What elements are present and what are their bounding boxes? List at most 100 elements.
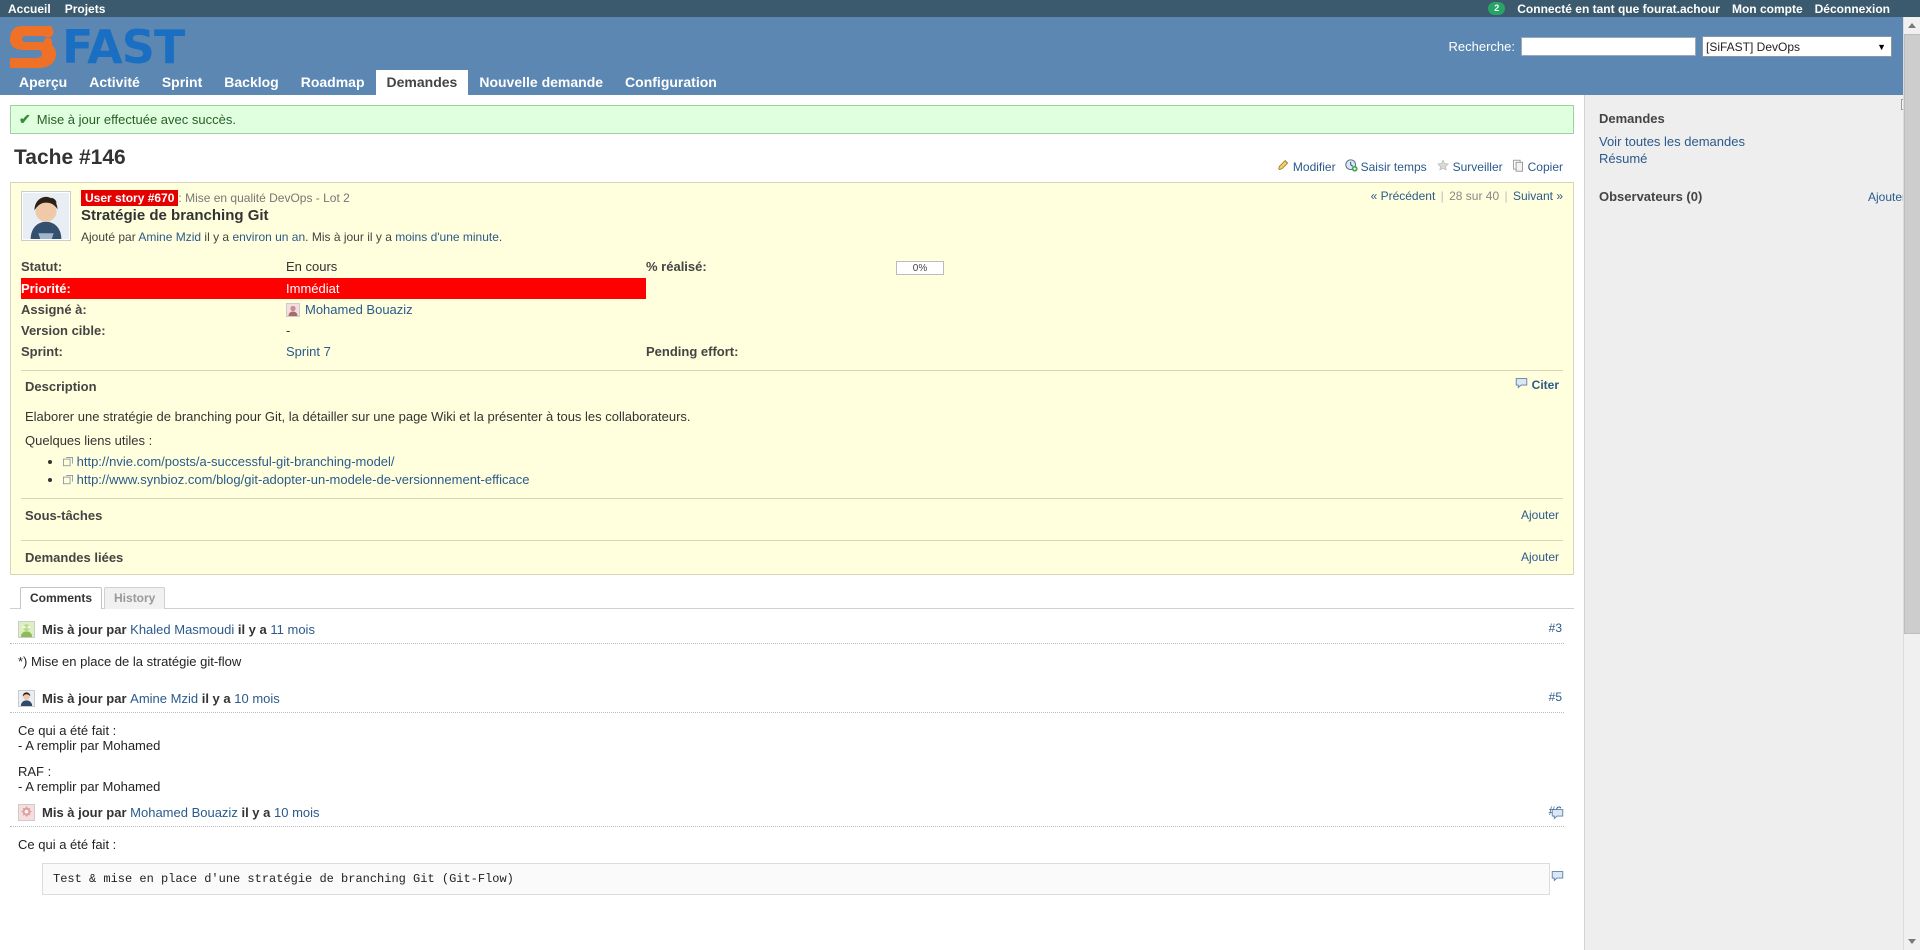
parent-issue-subject: Mise en qualité DevOps - Lot 2 xyxy=(185,191,350,205)
journal-user[interactable]: Amine Mzid xyxy=(130,691,198,706)
issue-counter: 28 sur 40 xyxy=(1449,189,1500,203)
tab-history[interactable]: History xyxy=(104,587,166,610)
notification-badge[interactable]: 2 xyxy=(1488,2,1506,15)
description-paragraph-1: Elaborer une stratégie de branching pour… xyxy=(25,409,691,424)
comment-icon xyxy=(1515,377,1528,392)
clock-add-icon xyxy=(1344,159,1358,175)
journal-anchor[interactable]: #3 xyxy=(1549,621,1562,635)
vertical-scrollbar[interactable] xyxy=(1903,17,1920,950)
projects-link[interactable]: Projets xyxy=(65,2,106,16)
menu-new-issue[interactable]: Nouvelle demande xyxy=(468,70,614,95)
menu-overview[interactable]: Aperçu xyxy=(8,70,78,95)
chevron-down-icon: ▼ xyxy=(1877,41,1886,52)
search-input[interactable] xyxy=(1521,37,1696,56)
issue-attributes: Statut: En cours % réalisé: 0% Priorité:… xyxy=(21,256,1563,362)
tab-comments[interactable]: Comments xyxy=(20,587,103,610)
target-version-value: - xyxy=(286,323,291,338)
copy-link[interactable]: Copier xyxy=(1528,160,1563,174)
scrollbar-thumb[interactable] xyxy=(1904,34,1920,634)
issue-subject-row: User story #670: Mise en qualité DevOps … xyxy=(21,190,1563,244)
journal-time[interactable]: 10 mois xyxy=(274,805,320,820)
watch-action[interactable]: Surveiller xyxy=(1436,159,1503,175)
flash-message: Mise à jour effectuée avec succès. xyxy=(36,112,236,127)
add-subtask-link[interactable]: Ajouter xyxy=(1521,508,1559,522)
journal-blank-line xyxy=(18,753,1574,764)
menu-issues[interactable]: Demandes xyxy=(375,70,469,95)
log-time-action[interactable]: Saisir temps xyxy=(1344,159,1427,175)
status-value: En cours xyxy=(286,259,338,274)
description-link-1[interactable]: http://nvie.com/posts/a-successful-git-b… xyxy=(77,454,395,469)
quote-link[interactable]: Citer xyxy=(1532,378,1559,392)
nav-separator-1: | xyxy=(1440,189,1444,203)
watch-link[interactable]: Surveiller xyxy=(1453,160,1503,174)
next-issue-link[interactable]: Suivant » xyxy=(1513,189,1563,203)
assignee-cell: Mohamed Bouaziz xyxy=(286,302,646,317)
assignee-spacer-label xyxy=(646,299,896,320)
assignee-spacer-value xyxy=(896,299,1563,320)
external-link-icon xyxy=(63,455,73,470)
sprint-label: Sprint: xyxy=(21,344,63,359)
copy-action[interactable]: Copier xyxy=(1512,159,1563,175)
priority-spacer-value xyxy=(896,278,1563,299)
edit-link[interactable]: Modifier xyxy=(1293,160,1336,174)
author-link[interactable]: Amine Mzid xyxy=(138,230,201,244)
sifast-logo-icon xyxy=(8,22,60,72)
page-header: FAST Recherche: [SiFAST] DevOps ▼ Aperçu… xyxy=(0,17,1920,95)
watchers-heading: Observateurs (0) xyxy=(1599,189,1703,204)
log-time-link[interactable]: Saisir temps xyxy=(1361,160,1427,174)
journal-anchor[interactable]: #5 xyxy=(1549,690,1562,704)
journal-time-prefix: il y a xyxy=(237,622,267,638)
journal-entry: Mis à jour par Amine Mzid il y a 10 mois… xyxy=(10,684,1574,798)
target-version-spacer-label xyxy=(646,320,896,341)
project-select[interactable]: [SiFAST] DevOps ▼ xyxy=(1702,36,1892,57)
assignee-value-cell: Mohamed Bouaziz xyxy=(286,299,646,320)
parent-issue-badge[interactable]: User story #670 xyxy=(81,190,179,206)
add-watcher-link[interactable]: Ajouter xyxy=(1868,190,1906,204)
menu-roadmap[interactable]: Roadmap xyxy=(290,70,376,95)
quote-action[interactable]: Citer xyxy=(1515,377,1559,392)
journal-time[interactable]: 10 mois xyxy=(234,691,280,706)
progress-bar: 0% xyxy=(896,261,944,275)
pending-effort-value xyxy=(896,341,1563,362)
app-logo[interactable]: FAST xyxy=(8,19,185,74)
menu-sprint[interactable]: Sprint xyxy=(151,70,213,95)
description-link-2[interactable]: http://www.synbioz.com/blog/git-adopter-… xyxy=(77,472,530,487)
journal-body: *) Mise en place de la stratégie git-flo… xyxy=(10,644,1574,684)
journal-time-prefix: il y a xyxy=(241,805,271,821)
journal-user[interactable]: Mohamed Bouaziz xyxy=(130,805,238,820)
sidebar-summary[interactable]: Résumé xyxy=(1599,150,1906,167)
assignee-link[interactable]: Mohamed Bouaziz xyxy=(305,302,413,317)
scroll-down-icon[interactable] xyxy=(1904,933,1920,950)
menu-settings[interactable]: Configuration xyxy=(614,70,728,95)
edit-action[interactable]: Modifier xyxy=(1277,159,1336,175)
logout-link[interactable]: Déconnexion xyxy=(1815,2,1890,16)
menu-backlog[interactable]: Backlog xyxy=(213,70,289,95)
updated-rel[interactable]: moins d'une minute xyxy=(395,230,499,244)
created-prefix: il y a xyxy=(204,230,230,244)
current-username: fourat.achour xyxy=(1642,1,1720,16)
period: . xyxy=(498,230,503,244)
journal-quote-icon-2[interactable] xyxy=(1551,870,1564,885)
sprint-link[interactable]: Sprint 7 xyxy=(286,344,331,359)
sidebar: ⊠ Demandes Voir toutes les demandes Résu… xyxy=(1584,95,1920,950)
journal-header: Mis à jour par Mohamed Bouaziz il y a 10… xyxy=(10,798,1564,828)
menu-activity[interactable]: Activité xyxy=(78,70,151,95)
previous-issue-link[interactable]: « Précédent xyxy=(1371,189,1436,203)
assignee-label: Assigné à: xyxy=(21,302,87,317)
add-related-issue-link[interactable]: Ajouter xyxy=(1521,550,1559,564)
journal-quote-icon-1[interactable] xyxy=(1551,808,1564,823)
scroll-up-icon[interactable] xyxy=(1904,17,1920,34)
created-rel[interactable]: environ un an xyxy=(232,230,305,244)
journal-user[interactable]: Khaled Masmoudi xyxy=(130,622,234,637)
journal-time[interactable]: 11 mois xyxy=(270,622,315,637)
priority-spacer-label xyxy=(646,278,896,299)
description-heading: Description Citer xyxy=(21,371,1563,400)
priority-label: Priorité: xyxy=(21,278,286,299)
home-link[interactable]: Accueil xyxy=(8,2,51,16)
journal-line: Ce qui a été fait : xyxy=(18,723,117,739)
related-issues-heading-text: Demandes liées xyxy=(25,550,124,566)
sidebar-all-issues[interactable]: Voir toutes les demandes xyxy=(1599,133,1906,150)
related-issues-heading: Demandes liées Ajouter xyxy=(21,541,1563,574)
issue-author-line: Ajouté par Amine Mzid il y a environ un … xyxy=(81,230,502,244)
my-account-link[interactable]: Mon compte xyxy=(1732,2,1803,16)
